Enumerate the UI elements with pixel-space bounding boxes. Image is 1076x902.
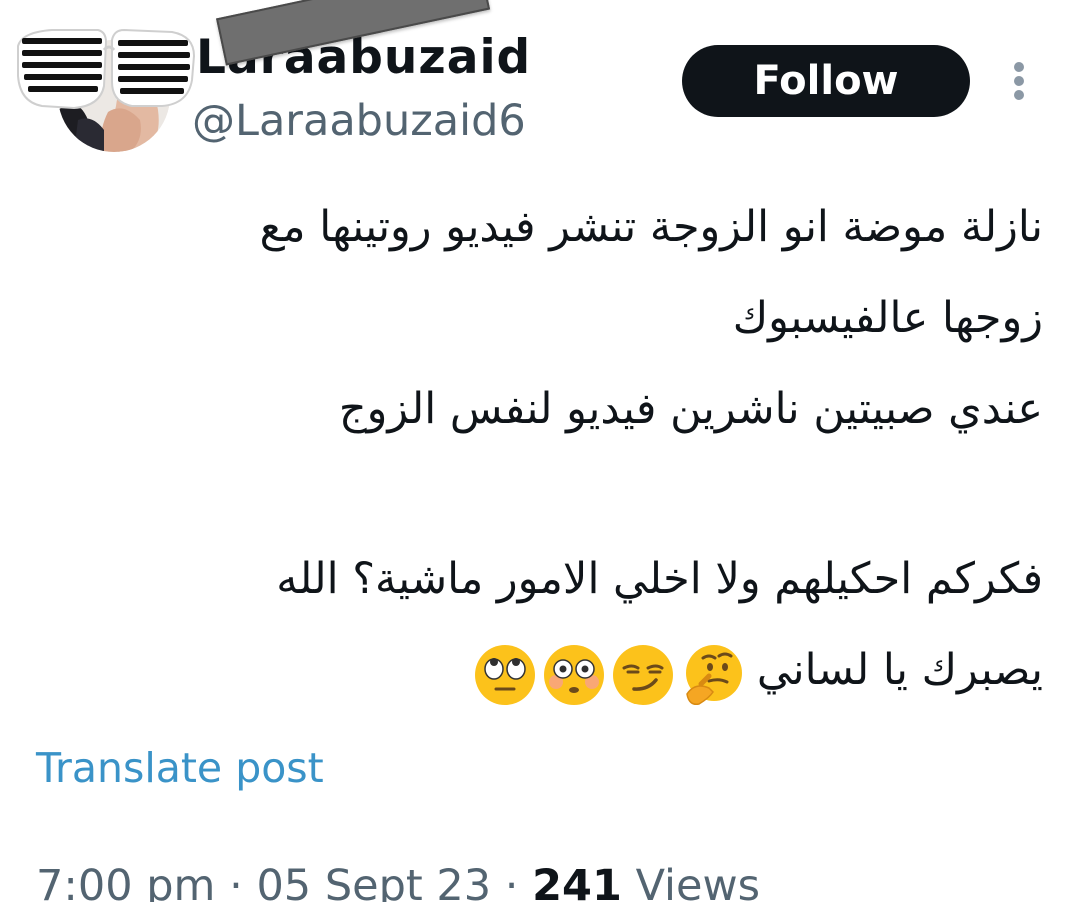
views-count: 241 [532,861,622,902]
meta-separator: · [491,861,533,902]
tweet-line: عندي صبيتين ناشرين فيديو لنفس الزوج [338,384,1043,434]
sunglasses-sticker [17,28,196,110]
more-dot [1014,76,1024,86]
tweet-time[interactable]: 7:00 pm [36,861,215,902]
flushed-face-icon [543,644,604,705]
follow-button[interactable]: Follow [682,45,970,117]
more-dot [1014,90,1024,100]
tweet-line: زوجها عالفيسبوك [732,293,1043,343]
tweet-date[interactable]: 05 Sept 23 [256,861,491,902]
thinking-face-icon [685,644,742,705]
face-with-rolling-eyes-icon [474,644,535,705]
tweet-line-last: يصبرك يا لساني [40,625,1043,716]
user-handle[interactable]: @Laraabuzaid6 [192,94,526,148]
tweet-line: فكركم احكيلهم ولا اخلي الامور ماشية؟ الل… [276,554,1043,604]
translate-post-link[interactable]: Translate post [36,742,324,794]
tweet-line: نازلة موضة انو الزوجة تنشر فيديو روتينها… [259,202,1043,252]
tweet-text: نازلة موضة انو الزوجة تنشر فيديو روتينها… [40,182,1043,716]
tweet-detail: Laraabuzaid @Laraabuzaid6 Follow نازلة م… [0,0,1076,902]
more-vertical-icon[interactable] [1004,58,1034,104]
tweet-meta: 7:00 pm · 05 Sept 23 · 241 Views [36,858,760,902]
more-dot [1014,62,1024,72]
smirking-face-icon [612,644,673,705]
emoji-row [469,627,745,718]
views-label: Views [635,861,761,902]
tweet-line-text: يصبرك يا لساني [756,645,1043,695]
meta-separator: · [215,861,257,902]
